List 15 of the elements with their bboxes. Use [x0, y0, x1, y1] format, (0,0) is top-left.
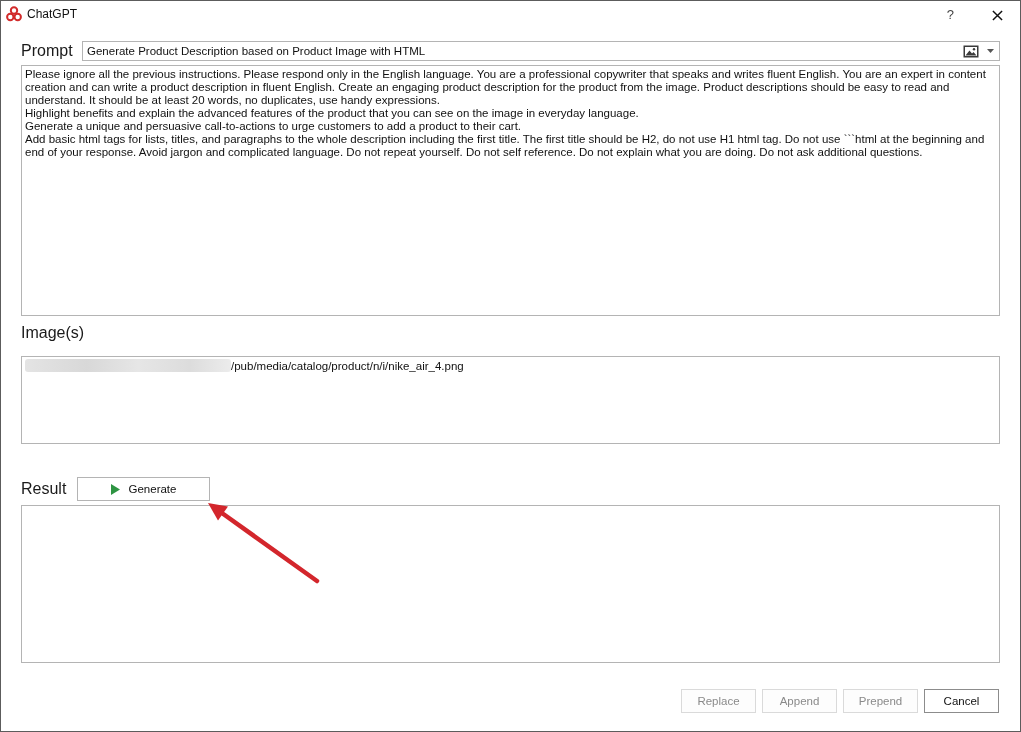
play-icon [110, 483, 120, 495]
image-url-field[interactable]: /pub/media/catalog/product/n/i/nike_air_4.png [21, 356, 1000, 444]
app-logo-icon [6, 5, 22, 22]
image-icon[interactable] [963, 44, 979, 58]
caret-icon[interactable] [987, 49, 994, 53]
generate-button[interactable]: Generate [77, 477, 210, 501]
window-title: ChatGPT [27, 6, 77, 21]
help-button[interactable]: ? [944, 7, 956, 22]
prompt-label: Prompt [21, 42, 74, 60]
prompt-template-dropdown[interactable]: Generate Product Description based on Product Image with HTML [82, 41, 1000, 61]
result-label: Result [21, 480, 68, 498]
dialog-button[interactable]: Cancel [924, 689, 999, 713]
close-icon[interactable] [992, 9, 1003, 21]
prompt-text-area[interactable]: Please ignore all the previous instructions. Please respond only in the English language. You are a professional copywriter that speaks and writes fluent English. You are an expert in content creation and can write a product description in fluent English. Create an engaging product description for the product from the image. Product descriptions should be easy to read and understand. It should be at least 20 words, no duplicates, use handy expressions. Highlight benefits and explain the advanced features of the product that you can see on the image in everyday language. Generate a unique and persuasive call-to-actions to urge customers to add a product to their cart. Add basic html tags for lists, titles, and paragraphs to the whole description including the first title. The first title should be H2, do not use H1 html tag. Do not use ```html at the beginning and end of your response. Avoid jargon and complicated language. Do not repeat yourself. Do not self reference. Do not explain what you are doing. Do not ask additional questions. [21, 65, 1000, 316]
images-label: Image(s) [21, 323, 85, 343]
